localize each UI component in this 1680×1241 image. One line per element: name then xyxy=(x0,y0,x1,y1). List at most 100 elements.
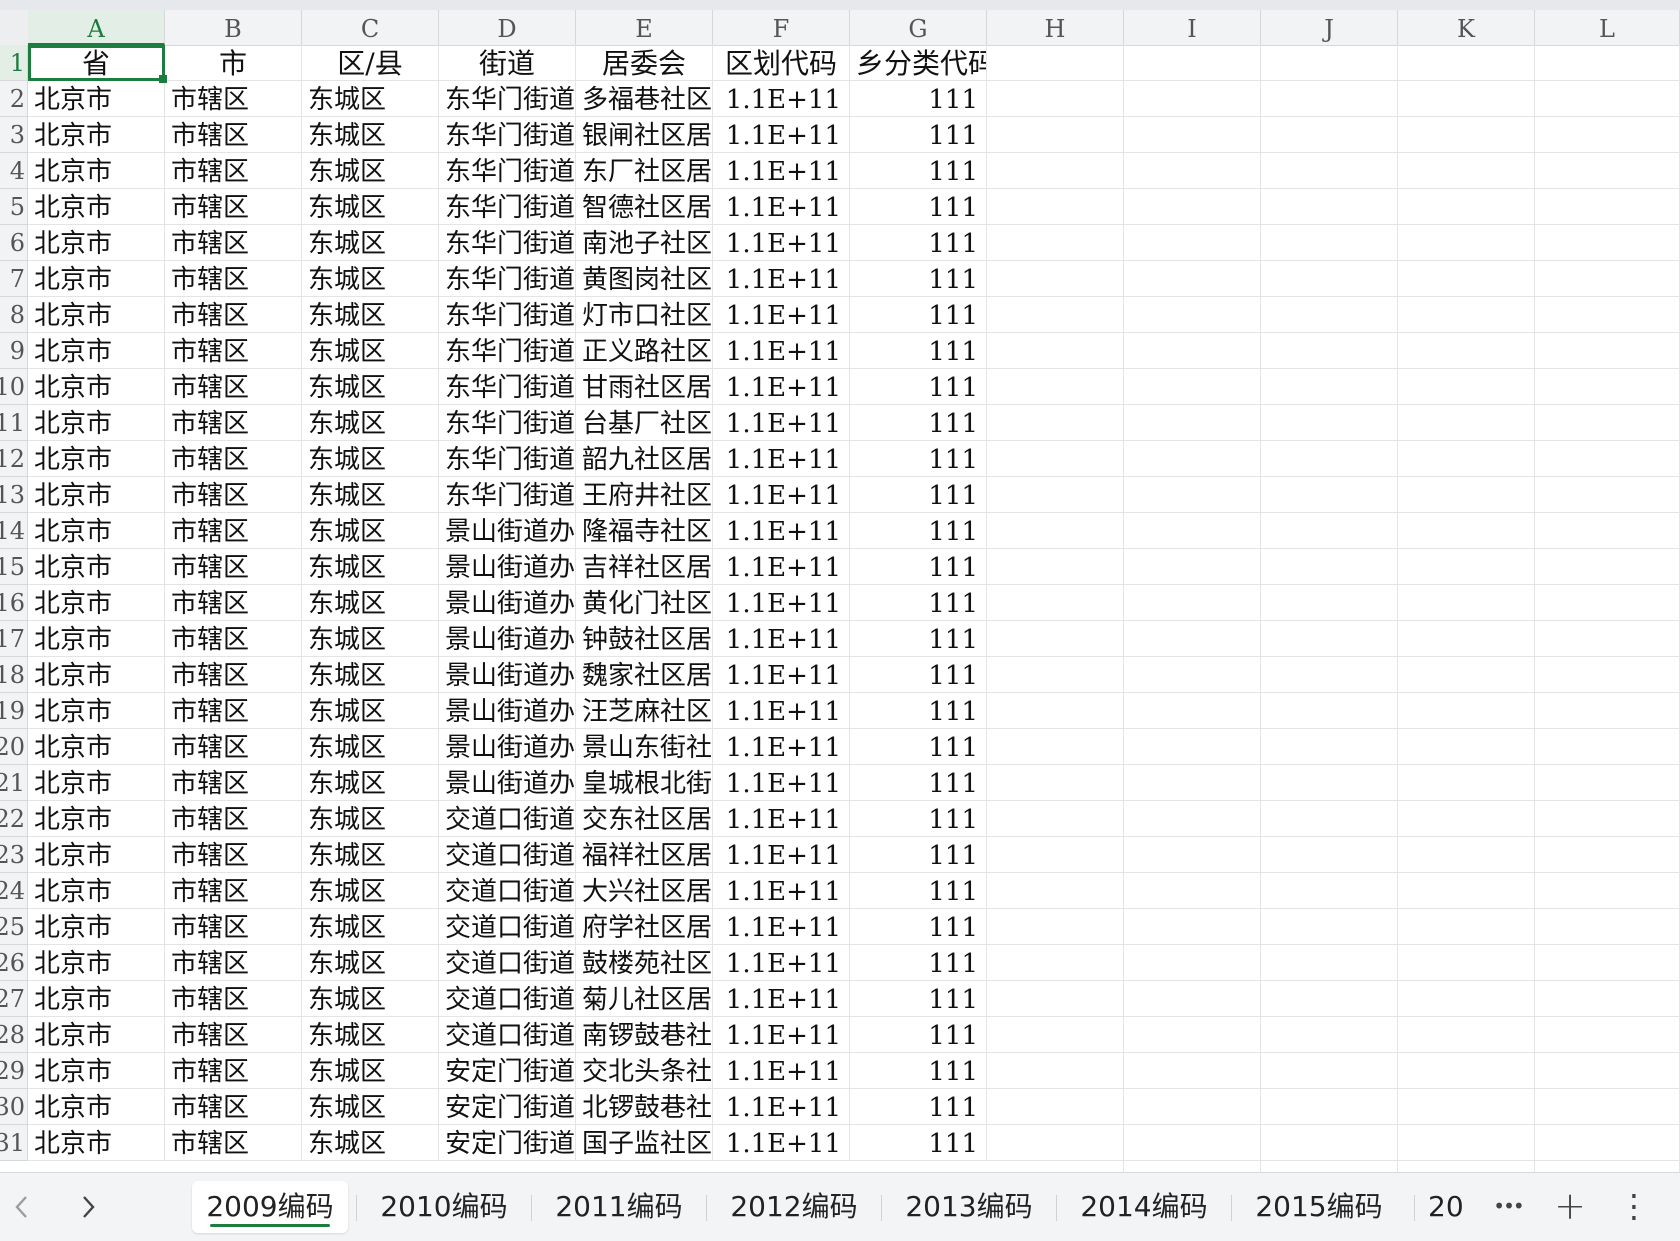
table-cell[interactable]: 市辖区 xyxy=(165,909,302,945)
table-cell-category[interactable]: 111 xyxy=(850,513,987,549)
table-cell-category[interactable]: 111 xyxy=(850,837,987,873)
table-cell[interactable]: 吉祥社区居 xyxy=(576,549,713,585)
table-cell[interactable]: 东华门街道 xyxy=(439,369,576,405)
table-cell[interactable]: 东城区 xyxy=(302,441,439,477)
header-cell[interactable]: 区/县 xyxy=(302,45,439,81)
table-cell[interactable]: 东华门街道 xyxy=(439,405,576,441)
table-cell[interactable]: 东城区 xyxy=(302,981,439,1017)
row-header[interactable]: 20 xyxy=(0,729,28,765)
table-cell[interactable]: 北京市 xyxy=(28,261,165,297)
sheet-tab-6[interactable]: 2014编码 xyxy=(1066,1181,1222,1233)
table-cell[interactable]: 台基厂社区 xyxy=(576,405,713,441)
sheet-tab-partial[interactable]: 20 xyxy=(1428,1181,1480,1233)
table-cell-category[interactable]: 111 xyxy=(850,297,987,333)
table-cell[interactable]: 北京市 xyxy=(28,441,165,477)
table-cell-code[interactable]: 1.1E+11 xyxy=(713,405,850,441)
table-cell-category[interactable]: 111 xyxy=(850,1053,987,1089)
table-cell[interactable]: 东城区 xyxy=(302,873,439,909)
table-cell[interactable]: 东华门街道 xyxy=(439,333,576,369)
table-cell[interactable]: 东城区 xyxy=(302,333,439,369)
column-header-h[interactable]: H xyxy=(987,10,1124,45)
table-cell[interactable]: 北京市 xyxy=(28,729,165,765)
table-cell[interactable]: 市辖区 xyxy=(165,693,302,729)
sheet-tab-5[interactable]: 2013编码 xyxy=(891,1181,1047,1233)
table-cell[interactable]: 东城区 xyxy=(302,153,439,189)
table-cell[interactable]: 市辖区 xyxy=(165,729,302,765)
table-cell-category[interactable]: 111 xyxy=(850,729,987,765)
table-cell[interactable]: 东城区 xyxy=(302,837,439,873)
table-cell-code[interactable]: 1.1E+11 xyxy=(713,837,850,873)
row-header[interactable]: 1 xyxy=(0,45,28,81)
table-cell[interactable]: 东华门街道 xyxy=(439,189,576,225)
column-header-i[interactable]: I xyxy=(1124,10,1261,45)
sheet-menu-icon[interactable]: ⋮ xyxy=(1614,1173,1654,1241)
table-cell-code[interactable]: 1.1E+11 xyxy=(713,801,850,837)
table-cell[interactable]: 交道口街道 xyxy=(439,801,576,837)
column-header-a[interactable]: A xyxy=(28,10,165,45)
table-cell[interactable]: 汪芝麻社区 xyxy=(576,693,713,729)
row-header[interactable]: 10 xyxy=(0,369,28,405)
column-header-c[interactable]: C xyxy=(302,10,439,45)
table-cell-code[interactable]: 1.1E+11 xyxy=(713,909,850,945)
row-header[interactable]: 18 xyxy=(0,657,28,693)
table-cell[interactable]: 南锣鼓巷社 xyxy=(576,1017,713,1053)
table-cell[interactable]: 东城区 xyxy=(302,549,439,585)
table-cell[interactable]: 东华门街道 xyxy=(439,117,576,153)
table-cell-category[interactable]: 111 xyxy=(850,153,987,189)
sheet-tab-1[interactable]: 2009编码 xyxy=(192,1181,348,1233)
table-cell[interactable]: 东华门街道 xyxy=(439,261,576,297)
row-header[interactable]: 3 xyxy=(0,117,28,153)
table-cell[interactable]: 市辖区 xyxy=(165,657,302,693)
selected-cell-a1[interactable]: 省 xyxy=(28,45,165,81)
table-cell[interactable]: 景山街道办 xyxy=(439,621,576,657)
table-cell[interactable]: 东城区 xyxy=(302,621,439,657)
table-cell[interactable]: 北京市 xyxy=(28,981,165,1017)
table-cell-category[interactable]: 111 xyxy=(850,585,987,621)
table-cell-code[interactable]: 1.1E+11 xyxy=(713,189,850,225)
table-cell[interactable]: 东城区 xyxy=(302,369,439,405)
sheet-tab-2[interactable]: 2010编码 xyxy=(366,1181,522,1233)
table-cell[interactable]: 交北头条社 xyxy=(576,1053,713,1089)
row-header[interactable]: 23 xyxy=(0,837,28,873)
column-header-l[interactable]: L xyxy=(1535,10,1680,45)
row-header[interactable]: 30 xyxy=(0,1089,28,1125)
table-cell[interactable]: 交道口街道 xyxy=(439,909,576,945)
table-cell-category[interactable]: 111 xyxy=(850,477,987,513)
table-cell[interactable]: 交道口街道 xyxy=(439,945,576,981)
table-cell-code[interactable]: 1.1E+11 xyxy=(713,1089,850,1125)
table-cell[interactable]: 北京市 xyxy=(28,765,165,801)
table-cell[interactable]: 东城区 xyxy=(302,81,439,117)
table-cell[interactable]: 韶九社区居 xyxy=(576,441,713,477)
table-cell[interactable]: 南池子社区 xyxy=(576,225,713,261)
table-cell-category[interactable]: 111 xyxy=(850,333,987,369)
table-cell[interactable]: 北京市 xyxy=(28,405,165,441)
row-header[interactable]: 16 xyxy=(0,585,28,621)
table-cell[interactable]: 北京市 xyxy=(28,585,165,621)
row-header[interactable]: 28 xyxy=(0,1017,28,1053)
table-cell[interactable]: 市辖区 xyxy=(165,549,302,585)
table-cell-code[interactable]: 1.1E+11 xyxy=(713,657,850,693)
table-cell-code[interactable]: 1.1E+11 xyxy=(713,477,850,513)
row-header[interactable]: 19 xyxy=(0,693,28,729)
table-cell[interactable]: 北京市 xyxy=(28,333,165,369)
table-cell[interactable]: 市辖区 xyxy=(165,945,302,981)
column-header-k[interactable]: K xyxy=(1398,10,1535,45)
table-cell[interactable]: 北京市 xyxy=(28,297,165,333)
table-cell[interactable]: 市辖区 xyxy=(165,261,302,297)
table-cell-code[interactable]: 1.1E+11 xyxy=(713,369,850,405)
table-cell[interactable]: 市辖区 xyxy=(165,1125,302,1161)
table-cell-code[interactable]: 1.1E+11 xyxy=(713,297,850,333)
table-cell[interactable]: 交道口街道 xyxy=(439,873,576,909)
table-cell-code[interactable]: 1.1E+11 xyxy=(713,153,850,189)
table-cell[interactable]: 东城区 xyxy=(302,657,439,693)
table-cell[interactable]: 北京市 xyxy=(28,1125,165,1161)
row-header[interactable]: 4 xyxy=(0,153,28,189)
table-cell-category[interactable]: 111 xyxy=(850,1125,987,1161)
table-cell[interactable]: 东华门街道 xyxy=(439,81,576,117)
table-cell[interactable]: 北京市 xyxy=(28,1053,165,1089)
table-cell[interactable]: 魏家社区居 xyxy=(576,657,713,693)
table-cell[interactable]: 市辖区 xyxy=(165,369,302,405)
row-header[interactable]: 25 xyxy=(0,909,28,945)
table-cell[interactable]: 黄图岗社区 xyxy=(576,261,713,297)
table-cell[interactable]: 北京市 xyxy=(28,369,165,405)
